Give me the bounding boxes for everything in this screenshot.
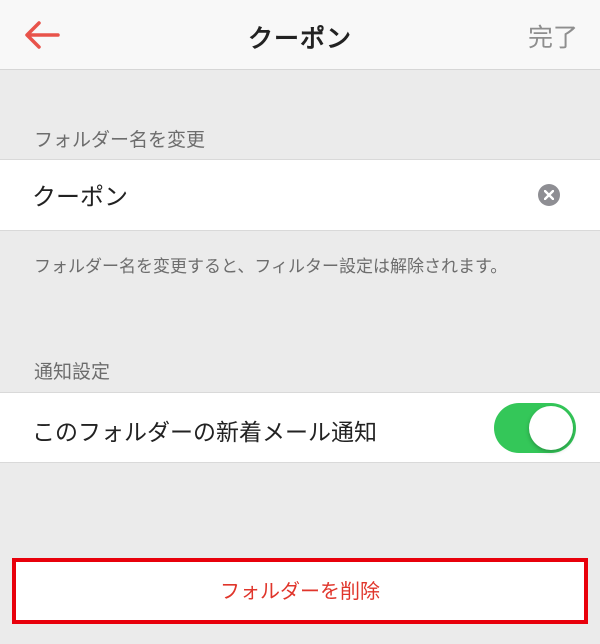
folder-name-cell [0, 159, 600, 231]
page-title: クーポン [247, 24, 352, 53]
clear-button[interactable] [538, 184, 560, 206]
toggle-knob [529, 406, 573, 450]
folder-name-input[interactable] [32, 174, 512, 214]
rename-section-header: フォルダー名を変更 [34, 129, 206, 151]
notification-toggle[interactable] [494, 403, 576, 453]
notification-cell: このフォルダーの新着メール通知 [0, 392, 600, 463]
notification-section-header: 通知設定 [34, 361, 111, 383]
navigation-bar: クーポン 完了 [0, 0, 600, 70]
clear-circle-icon [544, 190, 554, 200]
rename-hint-text: フォルダー名を変更すると、フィルター設定は解除されます。 [34, 257, 508, 277]
notification-row-label: このフォルダーの新着メール通知 [32, 420, 377, 446]
delete-folder-button[interactable]: フォルダーを削除 [12, 558, 588, 624]
done-button[interactable]: 完了 [528, 18, 578, 54]
